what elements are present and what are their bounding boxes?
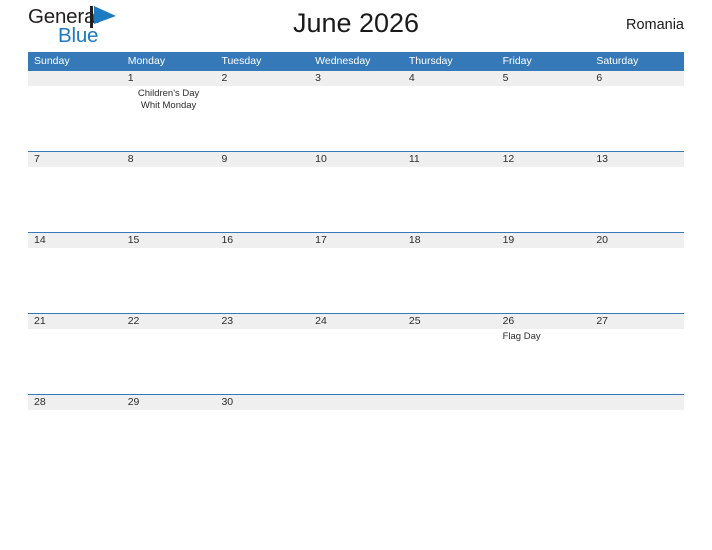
day-cell-6[interactable]: 6 (590, 71, 684, 151)
day-cell-empty (590, 395, 684, 416)
day-cell-12[interactable]: 12 (497, 152, 591, 232)
calendar-week-row: 21 22 23 24 25 26 Flag Day 27 (28, 313, 684, 394)
day-number: 11 (408, 153, 420, 165)
day-cell-28[interactable]: 28 (28, 395, 122, 416)
day-number: 12 (502, 153, 515, 165)
day-cell-23[interactable]: 23 (215, 314, 309, 394)
day-cell-group: 28 29 30 (28, 395, 684, 416)
day-cell-15[interactable]: 15 (122, 233, 216, 313)
weekday-header-tuesday: Tuesday (221, 55, 262, 67)
day-events: Children's Day Whit Monday (122, 86, 216, 112)
day-cell-21[interactable]: 21 (28, 314, 122, 394)
day-cell-4[interactable]: 4 (403, 71, 497, 151)
day-number: 26 (502, 315, 515, 327)
day-number: 29 (127, 396, 140, 408)
weekday-header-friday: Friday (502, 55, 532, 67)
day-cell-20[interactable]: 20 (590, 233, 684, 313)
day-number: 1 (127, 72, 134, 84)
day-cell-group: 1 Children's Day Whit Monday 2 3 4 5 6 (28, 71, 684, 151)
day-cell-30[interactable]: 30 (215, 395, 309, 416)
day-number: 13 (596, 153, 608, 165)
day-number: 4 (408, 72, 415, 84)
day-cell-empty (403, 395, 497, 416)
day-cell-2[interactable]: 2 (215, 71, 309, 151)
calendar-week-row: 14 15 16 17 18 19 20 (28, 232, 684, 313)
day-number (403, 395, 497, 410)
day-events: Flag Day (497, 329, 591, 343)
day-cell-9[interactable]: 9 (215, 152, 309, 232)
day-cell-22[interactable]: 22 (122, 314, 216, 394)
day-number: 22 (127, 315, 140, 327)
calendar-week-row: 28 29 30 (28, 394, 684, 416)
day-number (28, 71, 122, 86)
holiday-label: Flag Day (502, 331, 541, 342)
day-number: 23 (221, 315, 234, 327)
day-cell-7[interactable]: 7 (28, 152, 122, 232)
day-cell-24[interactable]: 24 (309, 314, 403, 394)
day-cell-group: 7 8 9 10 11 12 13 (28, 152, 684, 232)
day-number: 28 (34, 396, 46, 408)
day-number: 20 (596, 234, 608, 246)
day-cell-5[interactable]: 5 (497, 71, 591, 151)
weekday-header-monday: Monday (127, 55, 166, 67)
day-number: 7 (34, 153, 40, 165)
day-number: 2 (221, 72, 228, 84)
day-number: 5 (502, 72, 509, 84)
day-cell-25[interactable]: 25 (403, 314, 497, 394)
day-number: 15 (127, 234, 140, 246)
day-cell-27[interactable]: 27 (590, 314, 684, 394)
day-number: 21 (34, 315, 46, 327)
weekday-header-row: Sunday Monday Tuesday Wednesday Thursday Frid… (28, 52, 684, 70)
day-number: 25 (408, 315, 421, 327)
day-cell-26[interactable]: 26 Flag Day (497, 314, 591, 394)
day-cell-empty (28, 71, 122, 151)
weekday-header-saturday: Saturday (596, 55, 639, 67)
weekday-header-sunday: Sunday (34, 55, 70, 67)
day-cell-empty (497, 395, 591, 416)
holiday-label: Whit Monday (140, 100, 197, 111)
day-number (497, 395, 591, 410)
day-number: 8 (127, 153, 134, 165)
weekday-header-thursday: Thursday (408, 55, 453, 67)
country-label: Romania (625, 17, 684, 33)
day-cell-8[interactable]: 8 (122, 152, 216, 232)
day-cell-18[interactable]: 18 (403, 233, 497, 313)
day-number (309, 395, 403, 410)
day-cell-14[interactable]: 14 (28, 233, 122, 313)
day-number: 19 (502, 234, 515, 246)
calendar-weeks: 1 Children's Day Whit Monday 2 3 4 5 6 7 8 9 10 11 12… (28, 70, 684, 416)
day-number (590, 395, 684, 410)
day-number: 27 (596, 315, 608, 327)
day-number: 30 (221, 396, 234, 408)
weekday-header-wednesday: Wednesday (315, 55, 371, 67)
page-header: General Blue June 2026 Romania (28, 0, 684, 52)
day-cell-3[interactable]: 3 (309, 71, 403, 151)
day-cell-1[interactable]: 1 Children's Day Whit Monday (122, 71, 216, 151)
day-number: 10 (315, 153, 327, 165)
day-cell-13[interactable]: 13 (590, 152, 684, 232)
day-number: 24 (315, 315, 327, 327)
calendar-week-row: 7 8 9 10 11 12 13 (28, 151, 684, 232)
day-number: 14 (34, 234, 46, 246)
day-number: 16 (221, 234, 234, 246)
page-title: June 2026 (292, 8, 420, 38)
day-number: 6 (596, 72, 603, 84)
day-cell-19[interactable]: 19 (497, 233, 591, 313)
day-cell-10[interactable]: 10 (309, 152, 403, 232)
day-number: 17 (315, 234, 327, 246)
day-cell-11[interactable]: 11 (403, 152, 497, 232)
calendar-week-row: 1 Children's Day Whit Monday 2 3 4 5 6 (28, 70, 684, 151)
day-cell-16[interactable]: 16 (215, 233, 309, 313)
day-cell-group: 21 22 23 24 25 26 Flag Day 27 (28, 314, 684, 394)
day-cell-29[interactable]: 29 (122, 395, 216, 416)
day-cell-group: 14 15 16 17 18 19 20 (28, 233, 684, 313)
day-number: 18 (408, 234, 421, 246)
holiday-label: Children's Day (137, 88, 200, 99)
day-cell-empty (309, 395, 403, 416)
day-number: 9 (221, 153, 228, 165)
day-number: 3 (315, 72, 321, 84)
calendar: Sunday Monday Tuesday Wednesday Thursday Frid… (28, 52, 684, 416)
day-cell-17[interactable]: 17 (309, 233, 403, 313)
